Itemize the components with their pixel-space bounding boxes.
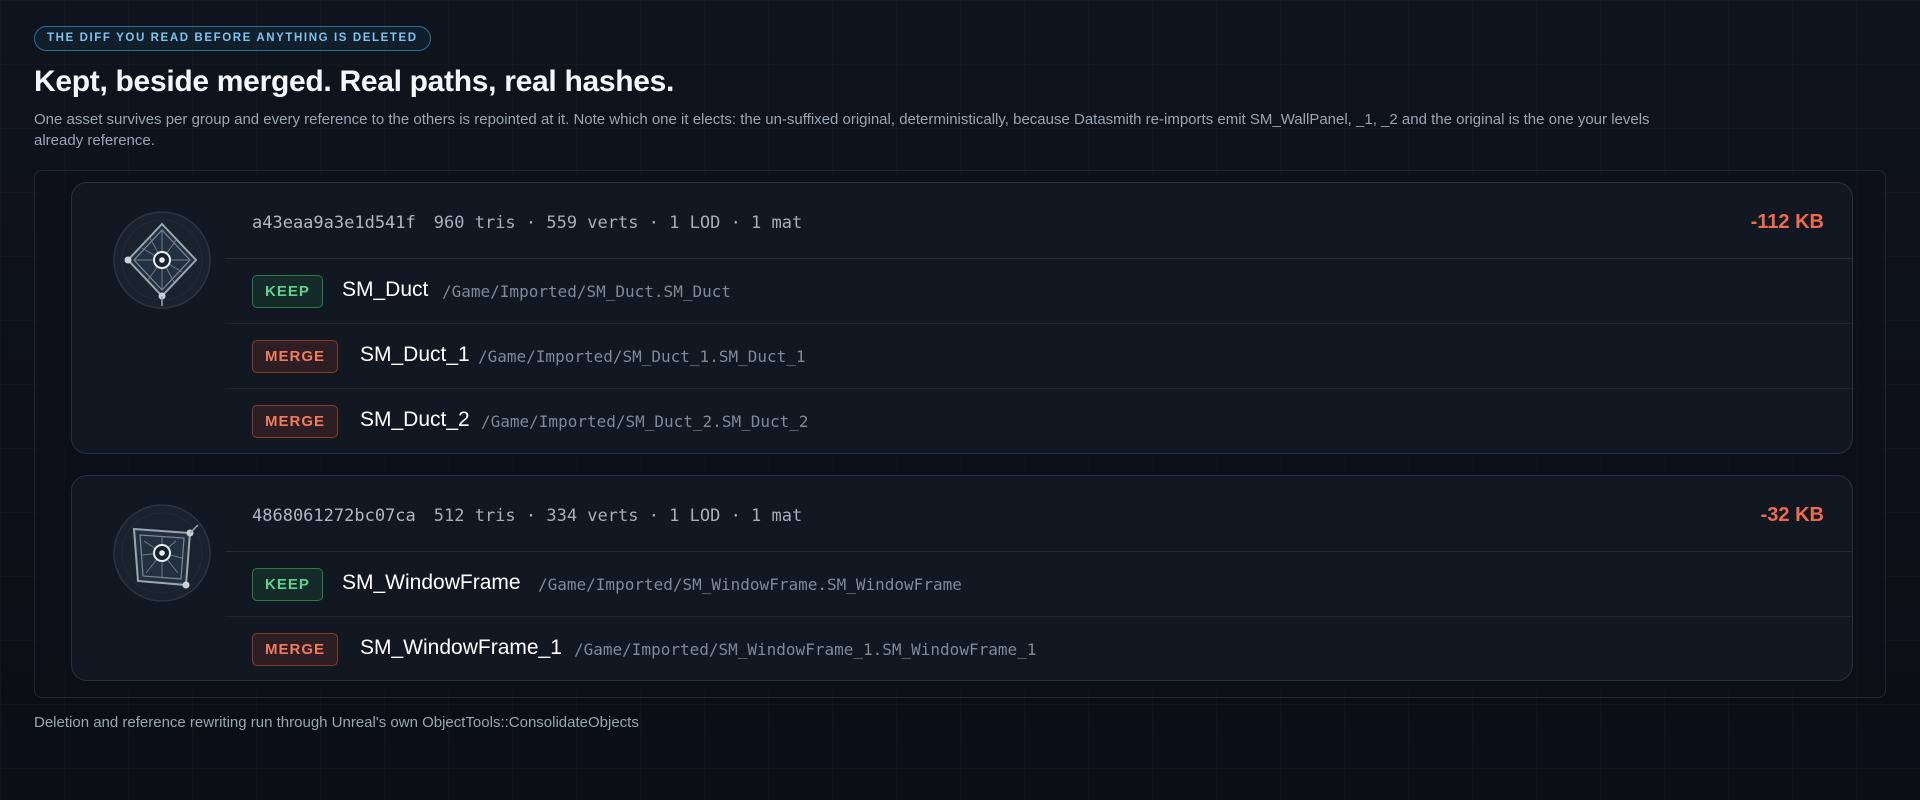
asset-path: /Game/Imported/SM_Duct_1.SM_Duct_1 (478, 347, 806, 366)
group-header: a43eaa9a3e1d541f 960 tris · 559 verts · 1… (225, 183, 1852, 259)
asset-row-merge[interactable]: MERGE SM_Duct_2 /Game/Imported/SM_Duct_2… (225, 389, 1852, 454)
page-title: Kept, beside merged. Real paths, real ha… (34, 65, 675, 98)
mesh-diamond-icon (112, 210, 212, 310)
size-saving: -32 KB (1760, 504, 1824, 526)
group-hash: a43eaa9a3e1d541f (252, 213, 416, 233)
keep-badge: KEEP (252, 275, 323, 308)
duplicate-group: 4868061272bc07ca 512 tris · 334 verts · 1… (71, 475, 1853, 681)
group-stats: 512 tris · 334 verts · 1 LOD · 1 mat (433, 506, 803, 526)
keep-badge: KEEP (252, 568, 323, 601)
asset-name: SM_Duct_2 (360, 408, 470, 431)
footer-note: Deletion and reference rewriting run thr… (34, 714, 639, 731)
diff-panel: a43eaa9a3e1d541f 960 tris · 559 verts · 1… (34, 170, 1886, 698)
asset-row-merge[interactable]: MERGE SM_WindowFrame_1 /Game/Imported/SM… (225, 617, 1852, 682)
page: THE DIFF YOU READ BEFORE ANYTHING IS DEL… (34, 26, 1886, 731)
group-hash-stats: a43eaa9a3e1d541f 960 tris · 559 verts · 1… (252, 213, 802, 233)
merge-badge: MERGE (252, 340, 339, 373)
asset-row-keep[interactable]: KEEP SM_WindowFrame /Game/Imported/SM_Wi… (225, 552, 1852, 617)
asset-row-merge[interactable]: MERGE SM_Duct_1 /Game/Imported/SM_Duct_1… (225, 324, 1852, 389)
group-stats: 960 tris · 559 verts · 1 LOD · 1 mat (433, 213, 803, 233)
asset-path: /Game/Imported/SM_WindowFrame.SM_WindowF… (538, 575, 962, 594)
asset-name: SM_WindowFrame (342, 571, 521, 594)
size-saving: -112 KB (1750, 211, 1824, 233)
merge-badge: MERGE (252, 633, 339, 666)
asset-name: SM_Duct (342, 278, 429, 301)
mesh-frame-icon (112, 503, 212, 603)
asset-name: SM_Duct_1 (360, 343, 470, 366)
asset-path: /Game/Imported/SM_WindowFrame_1.SM_Windo… (574, 640, 1037, 659)
merge-badge: MERGE (252, 405, 339, 438)
asset-path: /Game/Imported/SM_Duct_2.SM_Duct_2 (481, 412, 809, 431)
asset-name: SM_WindowFrame_1 (360, 636, 562, 659)
group-hash: 4868061272bc07ca (252, 506, 416, 526)
asset-row-keep[interactable]: KEEP SM_Duct /Game/Imported/SM_Duct.SM_D… (225, 259, 1852, 324)
page-description: One asset survives per group and every r… (34, 111, 1650, 149)
duplicate-group: a43eaa9a3e1d541f 960 tris · 559 verts · 1… (71, 182, 1853, 454)
group-hash-stats: 4868061272bc07ca 512 tris · 334 verts · 1… (252, 506, 802, 526)
group-header: 4868061272bc07ca 512 tris · 334 verts · 1… (225, 476, 1852, 552)
eyebrow-badge: THE DIFF YOU READ BEFORE ANYTHING IS DEL… (34, 26, 431, 51)
asset-path: /Game/Imported/SM_Duct.SM_Duct (442, 282, 731, 301)
